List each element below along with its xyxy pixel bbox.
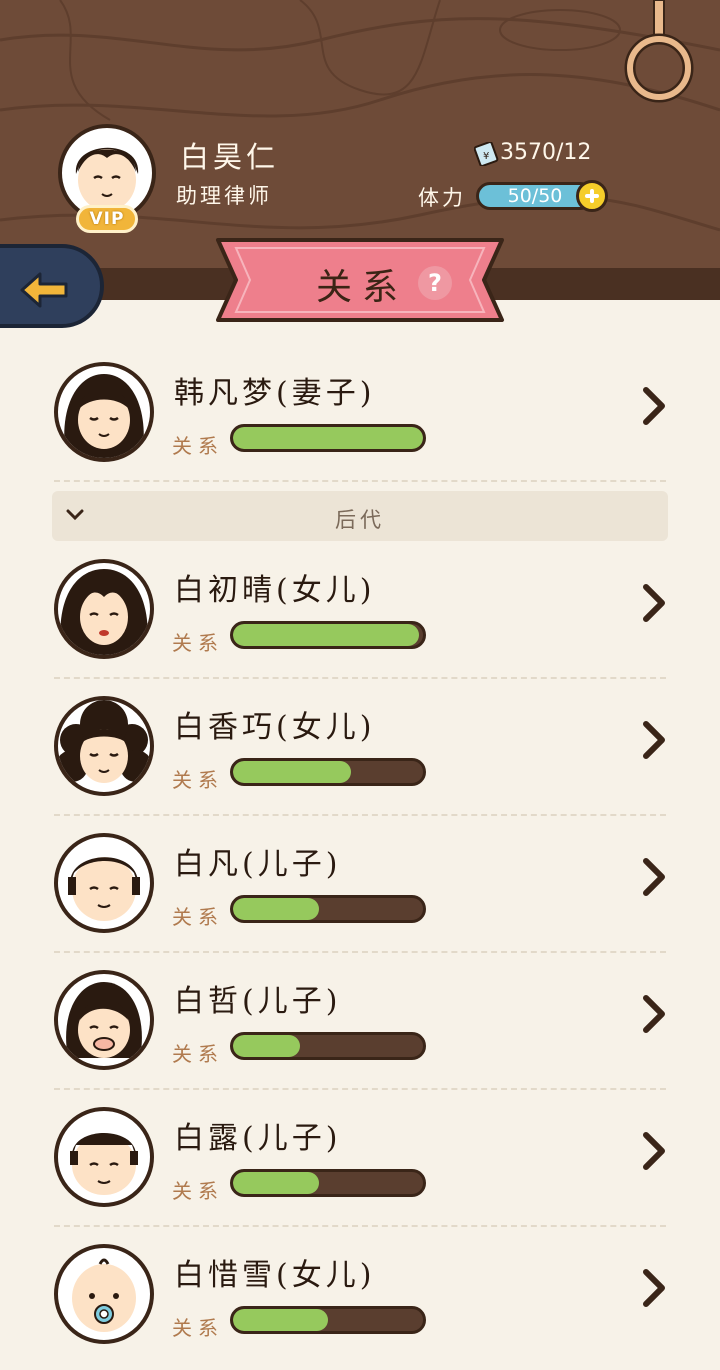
chevron-right-icon: [643, 721, 665, 759]
row-divider: [54, 814, 666, 816]
row-divider: [54, 951, 666, 953]
relation-bar: [230, 1306, 426, 1334]
toddler-face-icon: [66, 982, 142, 1058]
wife-avatar: [54, 362, 154, 462]
relation-bar: [230, 758, 426, 786]
relation-bar-fill: [233, 427, 423, 449]
stamina-label: 体力: [418, 186, 466, 210]
boy-short-hair-face-icon: [70, 1133, 138, 1195]
chevron-right-icon: [643, 1269, 665, 1307]
relative-name: 白哲(儿子): [174, 984, 342, 1019]
wife-face-icon: [64, 374, 144, 458]
relation-bar-fill: [233, 1172, 319, 1194]
relationship-row-child[interactable]: 白凡(儿子) 关系: [0, 823, 720, 959]
relation-bar-fill: [233, 898, 319, 920]
section-title: 后代: [335, 508, 385, 532]
row-divider: [54, 677, 666, 679]
relation-bar: [230, 424, 426, 452]
relation-label: 关系: [172, 434, 224, 458]
relative-name: 白初晴(女儿): [174, 573, 376, 608]
chevron-right-icon: [643, 584, 665, 622]
relation-bar: [230, 621, 426, 649]
relative-name: 白惜雪(女儿): [174, 1258, 376, 1293]
relationship-row-child[interactable]: 白惜雪(女儿) 关系: [0, 1234, 720, 1370]
relation-label: 关系: [172, 1042, 224, 1066]
relation-bar-fill: [233, 1309, 328, 1331]
toddler-avatar: [54, 970, 154, 1070]
chevron-right-icon: [643, 858, 665, 896]
relative-name: 白露(儿子): [174, 1121, 342, 1156]
girl-curly-hair-face-icon: [58, 700, 150, 783]
chevron-right-icon: [643, 995, 665, 1033]
relationship-row-child[interactable]: 白露(儿子) 关系: [0, 1097, 720, 1233]
player-title: 助理律师: [176, 184, 272, 208]
svg-text:¥: ¥: [483, 151, 489, 162]
boy-face-icon: [68, 857, 140, 921]
chevron-right-icon: [643, 1132, 665, 1170]
vip-badge[interactable]: VIP: [76, 205, 138, 233]
relation-bar: [230, 895, 426, 923]
relationship-row-child[interactable]: 白初晴(女儿) 关系: [0, 549, 720, 685]
relative-name: 白凡(儿子): [174, 847, 342, 882]
relation-label: 关系: [172, 768, 224, 792]
page-title: 关系: [316, 267, 409, 308]
relative-name: 白香巧(女儿): [174, 710, 376, 745]
row-divider: [54, 480, 666, 482]
boy-avatar: [54, 833, 154, 933]
relation-label: 关系: [172, 631, 224, 655]
relation-bar-fill: [233, 1035, 300, 1057]
relation-bar-fill: [233, 624, 420, 646]
relationship-row-child[interactable]: 白香巧(女儿) 关系: [0, 686, 720, 822]
boy-short-hair-avatar: [54, 1107, 154, 1207]
help-icon[interactable]: ?: [418, 266, 452, 300]
hanging-ring-icon: [624, 0, 694, 103]
relation-label: 关系: [172, 1179, 224, 1203]
relation-bar: [230, 1169, 426, 1197]
relation-label: 关系: [172, 1316, 224, 1340]
money-icon: ¥: [474, 142, 499, 166]
girl-curly-hair-avatar: [54, 696, 154, 796]
add-stamina-button[interactable]: [576, 180, 608, 212]
girl-long-hair-face-icon: [60, 569, 148, 655]
girl-long-hair-avatar: [54, 559, 154, 659]
relation-bar-fill: [233, 761, 351, 783]
money-amount: 3570/12: [500, 140, 592, 165]
relation-bar: [230, 1032, 426, 1060]
player-name: 白昊仁: [180, 140, 280, 174]
relative-name: 韩凡梦(妻子): [174, 376, 376, 411]
baby-face-icon: [72, 1258, 136, 1332]
descendants-section-header[interactable]: 后代: [52, 491, 668, 541]
back-arrow-icon: [20, 272, 68, 308]
chevron-right-icon: [643, 387, 665, 425]
relationship-row-child[interactable]: 白哲(儿子) 关系: [0, 960, 720, 1096]
row-divider: [54, 1225, 666, 1227]
relation-label: 关系: [172, 905, 224, 929]
baby-avatar: [54, 1244, 154, 1344]
row-divider: [54, 1088, 666, 1090]
relationship-row-spouse[interactable]: 韩凡梦(妻子) 关系: [0, 352, 720, 488]
back-button[interactable]: [0, 244, 104, 328]
